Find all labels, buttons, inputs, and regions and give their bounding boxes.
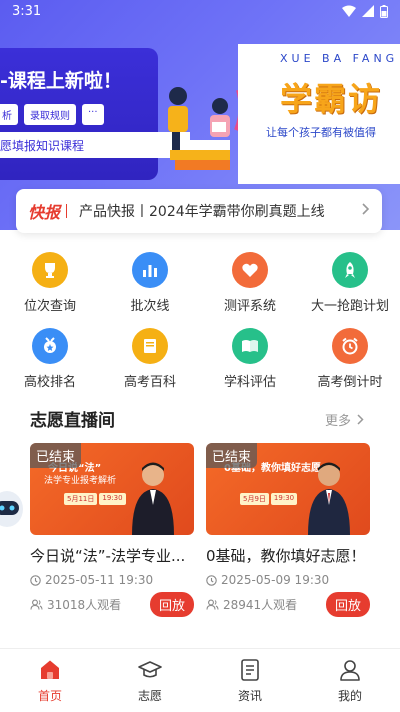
replay-button[interactable]: 回放 [149, 592, 194, 617]
grid-item-label: 批次线 [130, 299, 170, 314]
banner-chip: 录取规则 [24, 104, 76, 125]
wifi-icon [342, 5, 356, 17]
status-time: 3:31 [12, 3, 42, 19]
banner-chip: ··· [82, 104, 104, 125]
ticker-text: 产品快报丨2024年学霸带你刷真题上线 [79, 204, 325, 220]
grid-item-assessment[interactable]: 测评系统 [200, 252, 300, 314]
thumb-date-day: 5月11日 [64, 493, 98, 505]
students-illustration [168, 87, 243, 170]
section-title-live: 志愿直播间 [30, 411, 115, 431]
chevron-right-icon [357, 414, 364, 425]
viewers-icon [206, 599, 219, 610]
grid-item-label: 高考倒计时 [317, 375, 383, 390]
live-card-footer: 31018人观看 回放 [30, 592, 194, 617]
status-badge: 已结束 [206, 443, 258, 468]
clock-icon [206, 574, 217, 586]
grid-item-label: 位次查询 [23, 299, 76, 314]
speaker-photo [132, 462, 174, 535]
tab-profile[interactable]: 我的 [300, 649, 400, 712]
thumb-caption: 法学专业报考解析 [44, 476, 117, 486]
live-card-date-text: 2025-05-09 19:30 [221, 573, 330, 587]
live-thumbnail[interactable]: 今日说“法” 法学专业报考解析 5月11日 19:30 已结束 [30, 443, 194, 535]
open-book-icon [232, 328, 268, 364]
live-card-date-text: 2025-05-11 19:30 [45, 573, 154, 587]
status-badge: 已结束 [30, 443, 82, 468]
live-card[interactable]: 0基础，教你填好志愿 5月9日 19:30 已结束 0基础，教你填好志愿！ 20… [206, 443, 370, 617]
thumb-date-day: 5月9日 [240, 493, 269, 505]
tab-home[interactable]: 首页 [0, 649, 100, 712]
banner-slide-course[interactable]: -课程上新啦！ 析 录取规则 ··· 愿填报知识课程 [0, 48, 190, 180]
book-icon [132, 328, 168, 364]
tab-volunteer[interactable]: 志愿 [100, 649, 200, 712]
tab-label: 资讯 [237, 689, 262, 703]
news-ticker[interactable]: 快报 产品快报丨2024年学霸带你刷真题上线 [16, 189, 382, 233]
grid-item-university-rank[interactable]: 高校排名 [0, 328, 100, 390]
rocket-icon [332, 252, 368, 288]
grid-item-countdown[interactable]: 高考倒计时 [300, 328, 400, 390]
live-card[interactable]: 今日说“法” 法学专业报考解析 5月11日 19:30 已结束 今日说“法”-法… [30, 443, 194, 617]
grid-item-subject-eval[interactable]: 学科评估 [200, 328, 300, 390]
alarm-clock-icon [332, 328, 368, 364]
banner-pinyin: XUE BA FANG [280, 52, 399, 65]
clock-icon [30, 574, 41, 586]
live-card-title: 0基础，教你填好志愿！ [206, 547, 366, 565]
medal-icon [32, 328, 68, 364]
status-bar: 3:31 [0, 0, 400, 22]
user-icon [340, 660, 360, 681]
grid-item-label: 大一抢跑计划 [310, 299, 389, 314]
thumb-date: 5月11日 19:30 [64, 493, 126, 505]
graduation-cap-icon [138, 661, 162, 678]
assistant-bot-icon[interactable] [0, 487, 24, 531]
live-card-date: 2025-05-09 19:30 [206, 573, 370, 587]
grid-item-rank-query[interactable]: 位次查询 [0, 252, 100, 314]
thumb-date: 5月9日 19:30 [240, 493, 298, 505]
live-card-title: 今日说“法”-法学专业... [30, 547, 186, 565]
feature-grid: 位次查询 批次线 测评系统 大一抢跑计划 高校排名 高考百科 学科评估 高考倒计… [0, 252, 400, 390]
battery-icon [380, 4, 388, 18]
grid-item-label: 高校排名 [23, 375, 76, 390]
document-icon [241, 659, 259, 681]
bar-chart-icon [132, 252, 168, 288]
trophy-icon [32, 252, 68, 288]
banner-chip: 析 [0, 104, 18, 125]
viewers-icon [30, 599, 43, 610]
replay-button[interactable]: 回放 [325, 592, 370, 617]
banner-slogan: 让每个孩子都有被值得 [266, 126, 376, 139]
banner-slide-xueba[interactable]: XUE BA FANG 学霸访 让每个孩子都有被值得 [238, 44, 400, 184]
chevron-right-icon [362, 203, 370, 219]
thumb-date-time: 19:30 [99, 493, 126, 505]
ticker-divider [66, 204, 68, 218]
grid-item-label: 测评系统 [223, 299, 276, 314]
grid-item-batch-line[interactable]: 批次线 [100, 252, 200, 314]
tab-label: 首页 [37, 689, 62, 703]
status-icons [342, 4, 388, 18]
tab-label: 我的 [337, 689, 362, 703]
banner-title: 学霸访 [280, 80, 383, 118]
more-link[interactable]: 更多 [325, 410, 364, 429]
speaker-photo [308, 462, 350, 535]
grid-item-label: 学科评估 [223, 375, 276, 390]
grid-item-label: 高考百科 [123, 375, 176, 390]
banner-headline: -课程上新啦！ [0, 70, 122, 92]
signal-icon [362, 5, 374, 17]
more-label: 更多 [324, 414, 351, 429]
view-count-text: 31018人观看 [47, 598, 122, 612]
view-count: 28941人观看 [206, 596, 297, 613]
thumb-date-time: 19:30 [270, 493, 298, 505]
banner-chips: 析 录取规则 ··· [0, 104, 104, 125]
view-count-text: 28941人观看 [223, 598, 298, 612]
view-count: 31018人观看 [30, 596, 121, 613]
live-card-date: 2025-05-11 19:30 [30, 573, 194, 587]
app-root: -课程上新啦！ 析 录取规则 ··· 愿填报知识课程 XUE BA FANG 学… [0, 0, 400, 712]
tab-label: 志愿 [137, 689, 162, 703]
live-thumbnail[interactable]: 0基础，教你填好志愿 5月9日 19:30 已结束 [206, 443, 370, 535]
heart-icon [232, 252, 268, 288]
grid-item-encyclopedia[interactable]: 高考百科 [100, 328, 200, 390]
live-card-footer: 28941人观看 回放 [206, 592, 370, 617]
ticker-badge: 快报 [28, 203, 61, 222]
bottom-tab-bar: 首页 志愿 资讯 我的 [0, 648, 400, 712]
tab-news[interactable]: 资讯 [200, 649, 300, 712]
grid-item-freshman-plan[interactable]: 大一抢跑计划 [300, 252, 400, 314]
home-icon [41, 660, 59, 679]
